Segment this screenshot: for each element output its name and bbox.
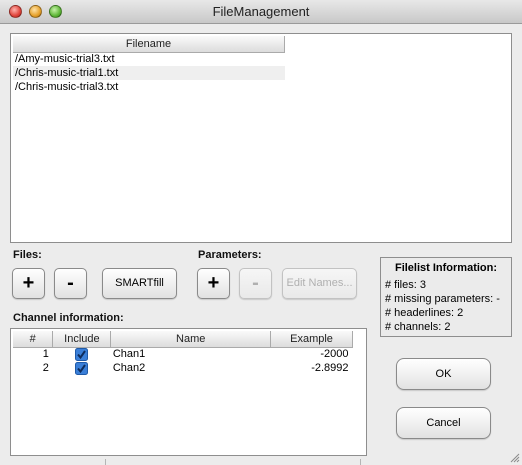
channel-example: -2.8992 [311,362,349,374]
title-bar: FileManagement [0,0,522,24]
example-column-header[interactable]: Example [270,331,353,348]
bottom-divider [360,459,361,465]
info-headerlines: # headerlines: 2 [385,307,464,319]
channel-number: 1 [42,348,49,361]
resize-grip-icon[interactable] [508,451,520,463]
filename-column-header[interactable]: Filename [13,36,285,53]
channel-number: 2 [42,362,49,374]
add-parameter-button[interactable]: + [197,268,230,299]
parameters-label: Parameters: [198,249,262,261]
channel-row[interactable]: 1 Chan1 -2000 [13,347,353,361]
channel-name[interactable]: Chan2 [111,361,271,375]
files-label: Files: [13,249,42,261]
file-row[interactable]: /Chris-music-trial3.txt [13,80,285,94]
include-cell[interactable] [53,347,111,361]
file-table: Filename /Amy-music-trial3.txt /Chris-mu… [13,36,285,94]
edit-names-button[interactable]: Edit Names... [282,268,357,299]
remove-parameter-button[interactable]: - [239,268,272,299]
file-name[interactable]: /Amy-music-trial3.txt [13,52,285,66]
info-channels: # channels: 2 [385,321,451,333]
channel-table: # Include Name Example 1 Chan1 -2000 2 C… [13,331,353,375]
window-title: FileManagement [212,4,310,19]
add-file-button[interactable]: + [12,268,45,299]
info-missing-parameters: # missing parameters: - [385,293,500,305]
include-checkbox[interactable] [75,347,89,361]
channel-row[interactable]: 2 Chan2 -2.8992 [13,361,353,375]
channel-information-label: Channel information: [13,312,124,324]
channel-name[interactable]: Chan1 [111,347,271,361]
filelist-information-box: Filelist Information: # files: 3 # missi… [380,257,512,337]
name-column-header[interactable]: Name [110,331,272,348]
cancel-button[interactable]: Cancel [396,407,491,439]
bottom-divider [105,459,106,465]
file-row[interactable]: /Chris-music-trial1.txt [13,66,285,80]
channel-table-panel: # Include Name Example 1 Chan1 -2000 2 C… [10,328,367,456]
smartfill-button[interactable]: SMARTfill [102,268,177,299]
ok-button[interactable]: OK [396,358,491,390]
include-checkbox[interactable] [75,361,89,375]
file-list-panel: Filename /Amy-music-trial3.txt /Chris-mu… [10,33,512,243]
include-column-header[interactable]: Include [52,331,112,348]
channel-number-column-header[interactable]: # [13,331,54,348]
channel-example: -2000 [320,348,349,361]
remove-file-button[interactable]: - [54,268,87,299]
file-name[interactable]: /Chris-music-trial3.txt [13,80,285,94]
filelist-information-header: Filelist Information: [394,262,498,274]
file-row[interactable]: /Amy-music-trial3.txt [13,52,285,66]
include-cell[interactable] [53,361,111,375]
file-name[interactable]: /Chris-music-trial1.txt [13,66,285,80]
info-files-count: # files: 3 [385,279,426,291]
